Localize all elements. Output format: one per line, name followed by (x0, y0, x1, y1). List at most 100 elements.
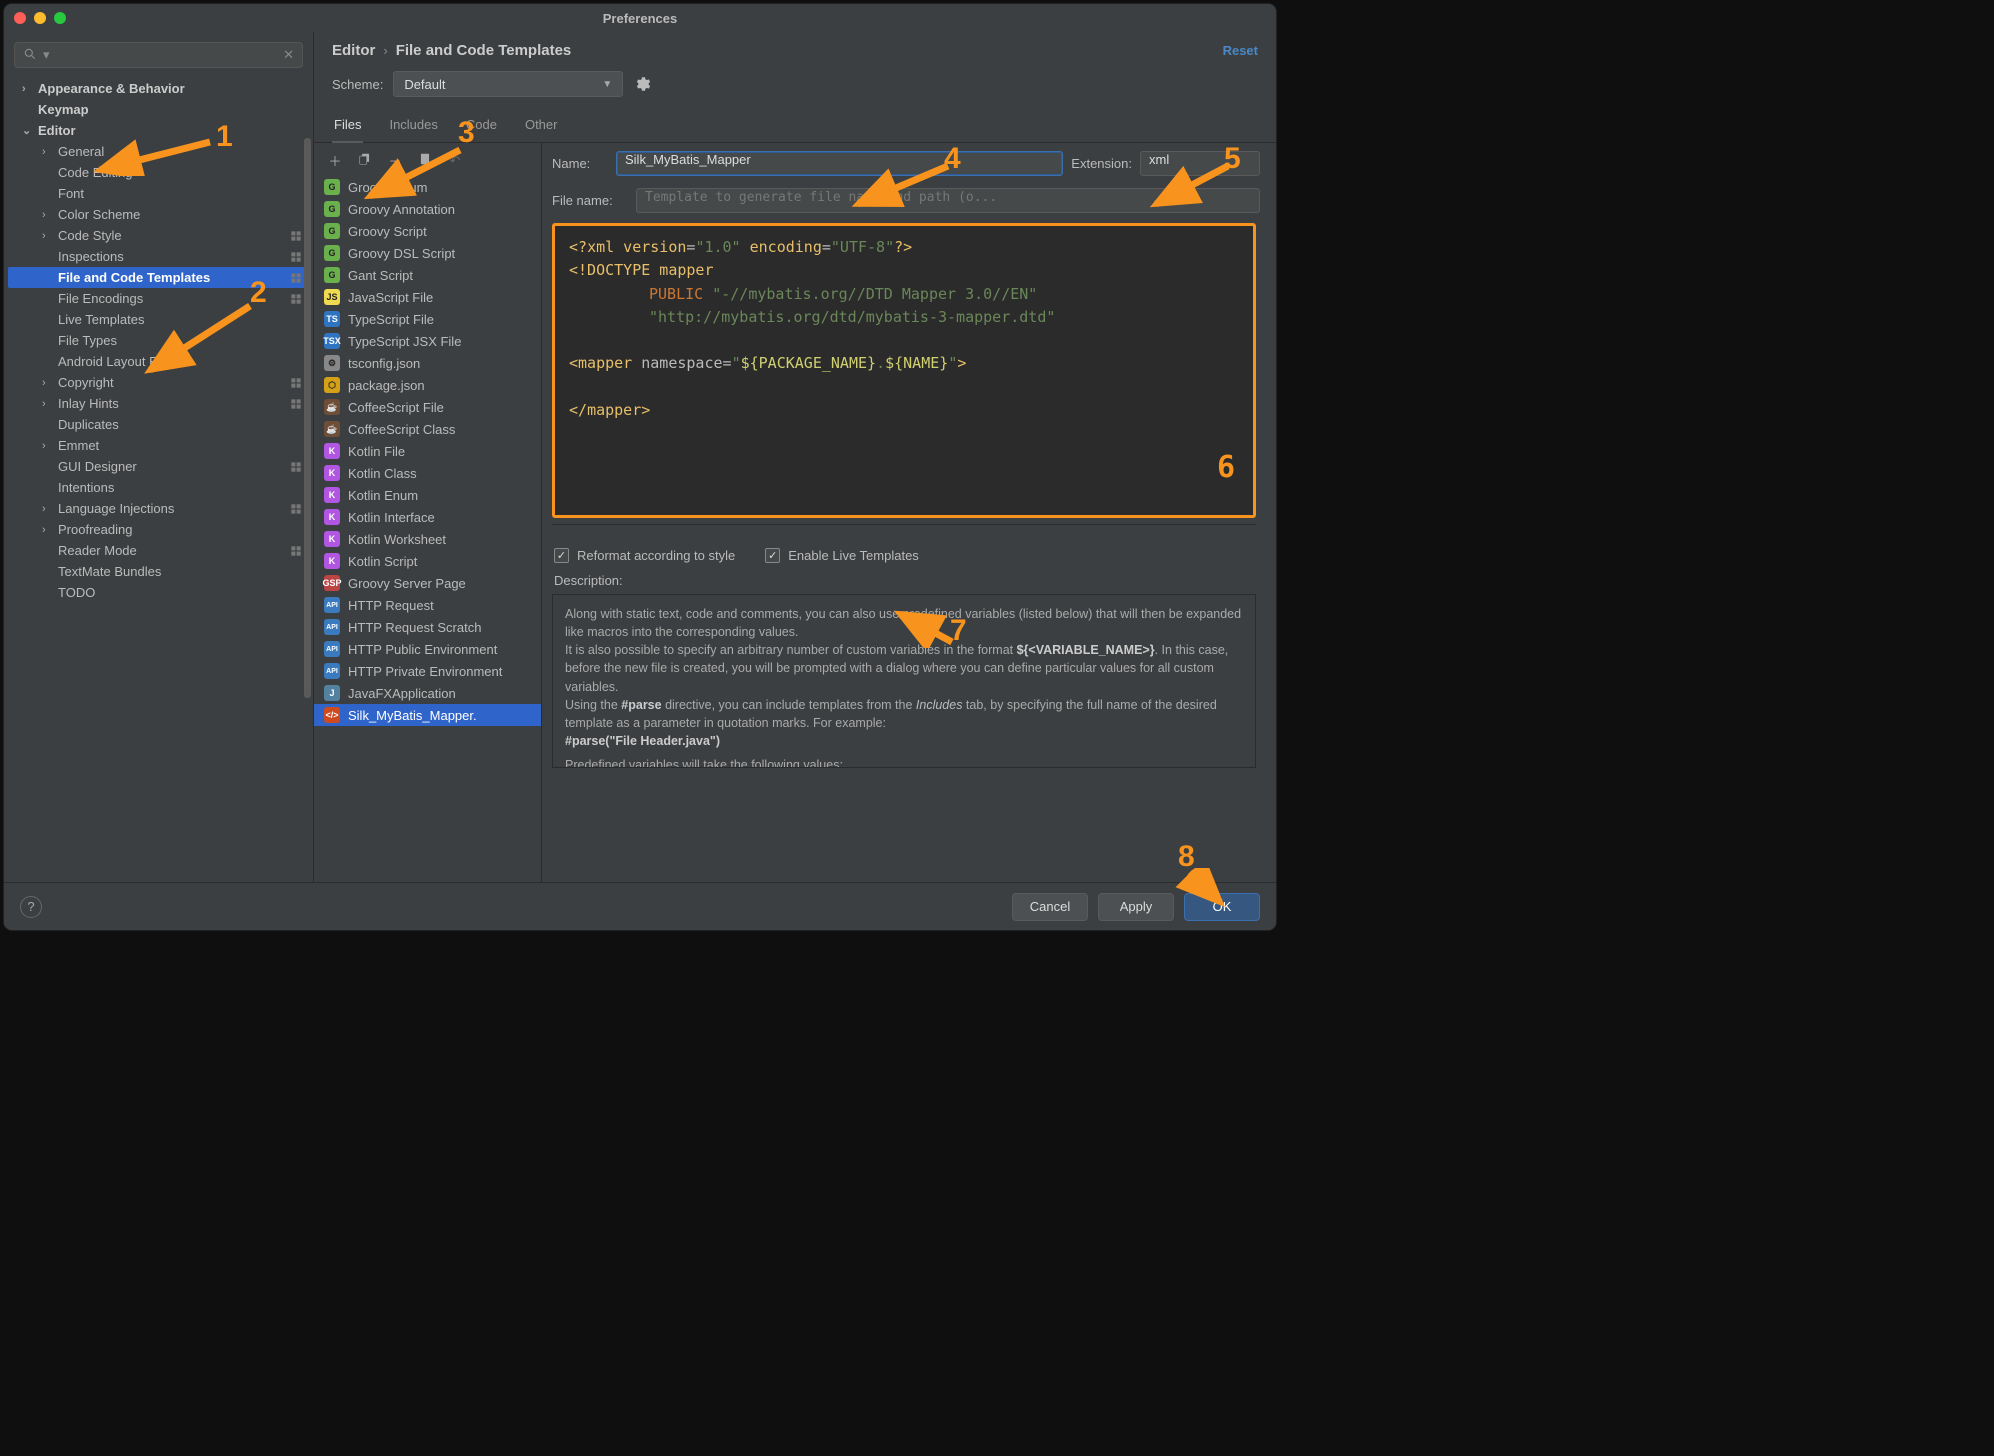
tree-item[interactable]: File Encodings (8, 288, 309, 309)
template-item[interactable]: GGroovy DSL Script (314, 242, 541, 264)
copy-template-button[interactable] (356, 152, 374, 169)
tree-item-label: Keymap (38, 102, 89, 117)
reformat-checkbox[interactable]: Reformat according to style (554, 548, 735, 563)
template-item[interactable]: ☕CoffeeScript Class (314, 418, 541, 440)
clear-search-icon[interactable]: ✕ (283, 47, 294, 63)
template-item-label: TypeScript JSX File (348, 334, 461, 349)
template-item[interactable]: GGroovy Script (314, 220, 541, 242)
duplicate-template-button[interactable] (416, 152, 434, 169)
help-button[interactable]: ? (20, 896, 42, 918)
tree-item-label: Font (58, 186, 84, 201)
template-item[interactable]: ☕CoffeeScript File (314, 396, 541, 418)
cancel-button[interactable]: Cancel (1012, 893, 1088, 921)
tab-files[interactable]: Files (332, 109, 363, 142)
tree-item[interactable]: Code Editing (8, 162, 309, 183)
tree-item[interactable]: File and Code Templates (8, 267, 309, 288)
titlebar: Preferences (4, 4, 1276, 32)
ok-button[interactable]: OK (1184, 893, 1260, 921)
search-input[interactable]: ▾ ✕ (14, 42, 303, 68)
apply-button[interactable]: Apply (1098, 893, 1174, 921)
template-item[interactable]: GGroovy Enum (314, 176, 541, 198)
template-item[interactable]: KKotlin Class (314, 462, 541, 484)
tree-item[interactable]: ›Inlay Hints (8, 393, 309, 414)
chevron-icon: ⌄ (22, 124, 32, 137)
template-item[interactable]: APIHTTP Private Environment (314, 660, 541, 682)
tree-item[interactable]: ›Emmet (8, 435, 309, 456)
template-item[interactable]: APIHTTP Request Scratch (314, 616, 541, 638)
tree-item[interactable]: Font (8, 183, 309, 204)
template-item[interactable]: APIHTTP Request (314, 594, 541, 616)
tree-item[interactable]: ›Language Injections (8, 498, 309, 519)
tree-item[interactable]: Inspections (8, 246, 309, 267)
tab-code[interactable]: Code (464, 109, 499, 142)
chevron-icon: › (42, 209, 52, 221)
scheme-config-icon (289, 460, 303, 474)
template-item[interactable]: APIHTTP Public Environment (314, 638, 541, 660)
minimize-window-icon[interactable] (34, 12, 46, 24)
file-type-icon: API (324, 663, 340, 679)
tree-item[interactable]: ⌄Editor (8, 120, 309, 141)
zoom-window-icon[interactable] (54, 12, 66, 24)
template-item-label: TypeScript File (348, 312, 434, 327)
template-item[interactable]: JJavaFXApplication (314, 682, 541, 704)
template-item[interactable]: GSPGroovy Server Page (314, 572, 541, 594)
scrollbar-thumb[interactable] (304, 138, 311, 698)
tree-item[interactable]: Reader Mode (8, 540, 309, 561)
template-item[interactable]: JSJavaScript File (314, 286, 541, 308)
tree-item[interactable]: File Types (8, 330, 309, 351)
template-item[interactable]: ⬡package.json (314, 374, 541, 396)
template-code-editor[interactable]: <?xml version="1.0" encoding="UTF-8"?> <… (552, 223, 1256, 518)
remove-template-button[interactable]: － (386, 151, 404, 170)
close-window-icon[interactable] (14, 12, 26, 24)
filename-input[interactable]: Template to generate file name and path … (636, 188, 1260, 213)
reset-link[interactable]: Reset (1223, 43, 1258, 58)
tree-item[interactable]: ›Appearance & Behavior (8, 78, 309, 99)
template-item[interactable]: KKotlin Interface (314, 506, 541, 528)
template-item[interactable]: TSTypeScript File (314, 308, 541, 330)
tree-item[interactable]: Duplicates (8, 414, 309, 435)
template-list[interactable]: GGroovy EnumGGroovy AnnotationGGroovy Sc… (314, 176, 541, 882)
template-item[interactable]: GGant Script (314, 264, 541, 286)
add-template-button[interactable]: ＋ (326, 151, 344, 170)
template-item[interactable]: TSXTypeScript JSX File (314, 330, 541, 352)
tree-item[interactable]: Android Layout Editor (8, 351, 309, 372)
tab-other[interactable]: Other (523, 109, 560, 142)
template-item[interactable]: KKotlin Enum (314, 484, 541, 506)
tab-includes[interactable]: Includes (387, 109, 439, 142)
template-item[interactable]: ⚙tsconfig.json (314, 352, 541, 374)
tree-item[interactable]: ›Color Scheme (8, 204, 309, 225)
horizontal-scrollbar[interactable] (552, 524, 1256, 538)
tree-item[interactable]: ›Code Style (8, 225, 309, 246)
tree-item[interactable]: Intentions (8, 477, 309, 498)
tree-item[interactable]: TextMate Bundles (8, 561, 309, 582)
undo-icon[interactable]: ↶ (446, 153, 464, 169)
tree-item[interactable]: GUI Designer (8, 456, 309, 477)
chevron-icon: › (42, 230, 52, 242)
file-type-icon: K (324, 553, 340, 569)
name-input[interactable]: Silk_MyBatis_Mapper (616, 151, 1063, 176)
template-item-label: CoffeeScript File (348, 400, 444, 415)
settings-tree[interactable]: ›Appearance & Behavior Keymap ⌄Editor›Gene… (4, 78, 313, 882)
search-icon (23, 47, 37, 64)
template-item-label: Groovy Annotation (348, 202, 455, 217)
scheme-config-icon (289, 292, 303, 306)
window-controls (14, 12, 66, 24)
tree-item[interactable]: TODO (8, 582, 309, 603)
template-item[interactable]: GGroovy Annotation (314, 198, 541, 220)
breadcrumb-editor[interactable]: Editor (332, 42, 375, 59)
tree-item[interactable]: Live Templates (8, 309, 309, 330)
template-item[interactable]: KKotlin File (314, 440, 541, 462)
template-item[interactable]: KKotlin Script (314, 550, 541, 572)
scheme-dropdown[interactable]: Default ▼ (393, 71, 623, 97)
enable-live-templates-checkbox[interactable]: Enable Live Templates (765, 548, 919, 563)
extension-label: Extension: (1071, 156, 1132, 171)
tree-item[interactable]: ›Copyright (8, 372, 309, 393)
template-item[interactable]: </>Silk_MyBatis_Mapper. (314, 704, 541, 726)
template-item[interactable]: KKotlin Worksheet (314, 528, 541, 550)
gear-icon[interactable] (633, 75, 651, 93)
tree-item[interactable]: Keymap (8, 99, 309, 120)
tree-item[interactable]: ›Proofreading (8, 519, 309, 540)
template-item-label: Groovy Enum (348, 180, 427, 195)
tree-item[interactable]: ›General (8, 141, 309, 162)
extension-input[interactable]: xml (1140, 151, 1260, 176)
